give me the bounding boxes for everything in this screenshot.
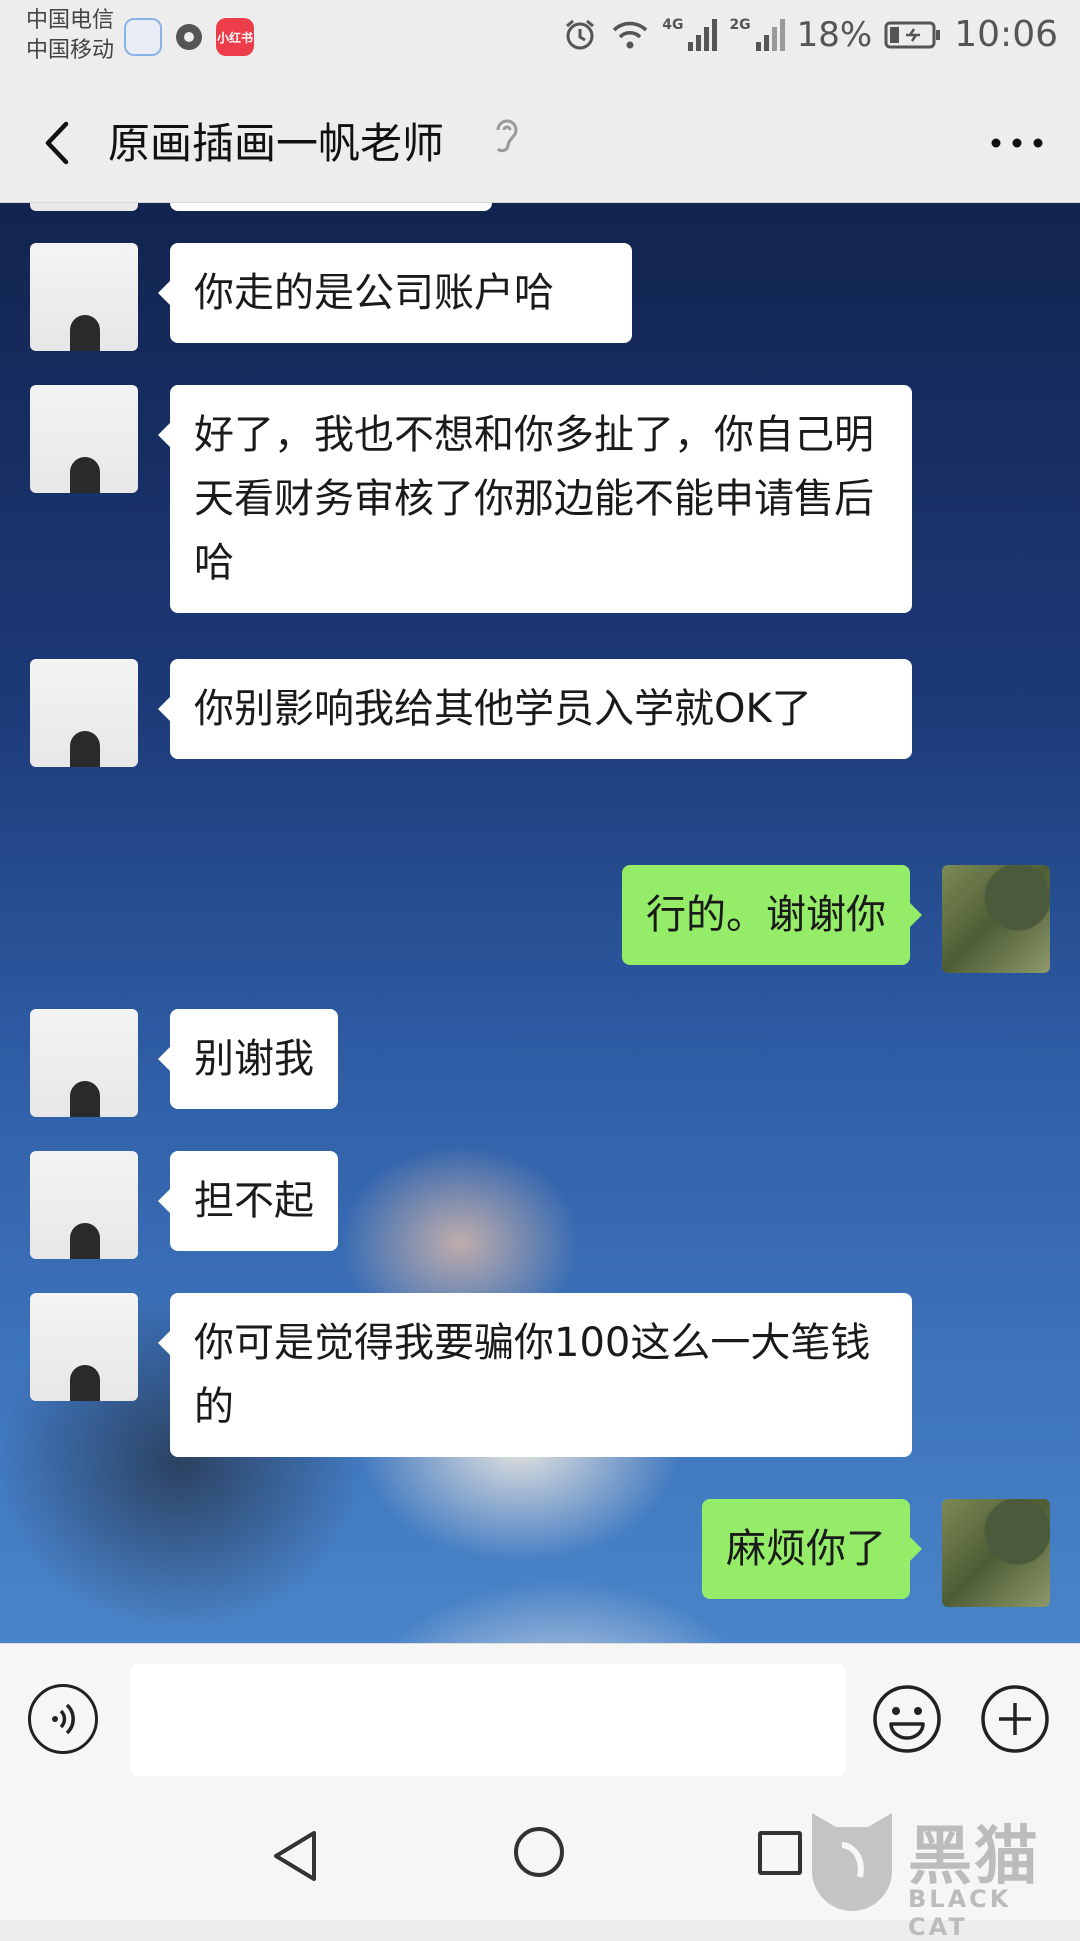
battery-icon (884, 21, 941, 48)
message-row: 别谢我 (30, 1009, 338, 1117)
contact-avatar[interactable] (30, 1293, 138, 1401)
message-bubble[interactable]: 担不起 (158, 1151, 338, 1251)
message-row: 好了，我也不想和你多扯了，你自己明天看财务审核了你那边能不能申请售后哈 (30, 385, 912, 613)
xiaohongshu-icon: 小红书 (216, 18, 254, 56)
nav-home-icon[interactable] (514, 1827, 564, 1877)
contact-avatar[interactable] (30, 385, 138, 493)
message-bubble[interactable]: 别谢我 (158, 1009, 338, 1109)
carrier-1: 中国电信 (26, 8, 115, 33)
plus-icon[interactable] (980, 1684, 1050, 1754)
contact-avatar[interactable] (30, 659, 138, 767)
message-row: 行的。谢谢你 (622, 865, 1050, 973)
input-bar (0, 1643, 1080, 1794)
voice-button[interactable] (28, 1684, 98, 1754)
voice-icon (52, 1703, 75, 1735)
watermark-text: 黑猫 (908, 1820, 1040, 1894)
contact-avatar[interactable] (30, 243, 138, 351)
ear-icon (496, 119, 518, 153)
status-indicators: 4G 2G 18% 10:06 (562, 14, 1058, 55)
message-row: 担不起 (30, 1151, 338, 1259)
message-row: 你走的是公司账户哈 (30, 243, 632, 351)
emoji-icon[interactable] (872, 1684, 942, 1754)
message-bubble[interactable]: 你可是觉得我要骗你100这么一大笔钱的 (158, 1293, 912, 1457)
battery-percent: 18% (796, 14, 873, 55)
message-bubble[interactable]: 你走的是公司账户哈 (158, 243, 632, 343)
signal-icon (688, 18, 718, 51)
avatar-partial (30, 203, 138, 211)
message-bubble-partial (170, 203, 492, 211)
chat-header: 原画插画一帆老师 (0, 82, 1080, 203)
more-icon[interactable] (982, 118, 1052, 168)
nav-recent-icon[interactable] (758, 1831, 802, 1875)
message-input[interactable] (130, 1664, 846, 1776)
network-label-1: 4G (662, 16, 684, 33)
contact-avatar[interactable] (30, 1151, 138, 1259)
carrier-info: 中国电信 中国移动 (26, 6, 114, 66)
carrier-2: 中国移动 (26, 38, 115, 63)
clock: 10:06 (954, 14, 1058, 55)
chat-message-list[interactable]: 你走的是公司账户哈 好了，我也不想和你多扯了，你自己明天看财务审核了你那边能不能… (0, 203, 1080, 1643)
message-row: 你可是觉得我要骗你100这么一大笔钱的 (30, 1293, 912, 1457)
status-bar: 中国电信 中国移动 小红书 4G 2G 18% 10:06 (0, 0, 1080, 82)
signal-icon-2 (755, 18, 785, 51)
alarm-icon (566, 19, 595, 49)
chat-title: 原画插画一帆老师 (108, 119, 445, 168)
app-notification-icon (124, 18, 162, 56)
app-notification-icon-2 (176, 24, 202, 50)
message-bubble[interactable]: 好了，我也不想和你多扯了，你自己明天看财务审核了你那边能不能申请售后哈 (158, 385, 912, 613)
cat-logo-icon (812, 1813, 892, 1911)
my-avatar[interactable] (942, 865, 1050, 973)
my-avatar[interactable] (942, 1499, 1050, 1607)
notification-icons: 小红书 (124, 18, 254, 56)
blackcat-watermark: 黑猫 BLACK CAT (802, 1805, 1072, 1941)
network-label-2: 2G (729, 16, 751, 33)
contact-avatar[interactable] (30, 1009, 138, 1117)
message-row: 你别影响我给其他学员入学就OK了 (30, 659, 912, 767)
message-row: 麻烦你了 (702, 1499, 1050, 1607)
back-arrow-icon[interactable] (30, 108, 90, 178)
watermark-subtext: BLACK CAT (908, 1885, 1012, 1941)
message-bubble[interactable]: 你别影响我给其他学员入学就OK了 (158, 659, 912, 759)
message-bubble-self[interactable]: 行的。谢谢你 (622, 865, 922, 965)
nav-back-icon[interactable] (270, 1829, 320, 1883)
message-bubble-self[interactable]: 麻烦你了 (702, 1499, 922, 1599)
wifi-icon (612, 21, 648, 48)
